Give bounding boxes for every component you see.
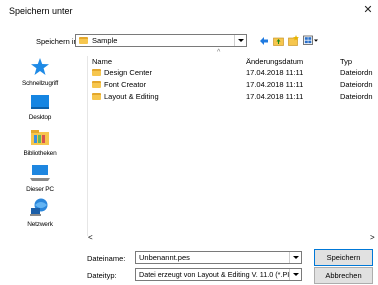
- star-icon: [5, 58, 75, 77]
- table-row[interactable]: Design Center 17.04.2018 11:11 Dateiordn: [88, 68, 378, 79]
- place-quick-access[interactable]: Schnellzugriff: [5, 58, 75, 87]
- filename-input[interactable]: Unbenannt.pes: [135, 251, 302, 264]
- back-arrow-icon[interactable]: [259, 36, 269, 46]
- chevron-down-icon[interactable]: [289, 252, 301, 263]
- folder-icon: [92, 81, 101, 88]
- folder-icon: [79, 37, 88, 46]
- row-type: Dateiordn: [340, 80, 373, 89]
- sort-caret-icon: ^: [217, 49, 221, 56]
- column-header-date[interactable]: Änderungsdatum: [246, 57, 303, 66]
- new-folder-icon[interactable]: [288, 35, 299, 46]
- row-date: 17.04.2018 11:11: [246, 68, 304, 77]
- network-icon: [5, 198, 75, 218]
- place-network[interactable]: Netzwerk: [5, 198, 75, 228]
- horizontal-scrollbar[interactable]: < >: [87, 233, 378, 243]
- filename-label: Dateiname:: [87, 254, 126, 263]
- place-label: Desktop: [28, 114, 52, 121]
- up-folder-icon[interactable]: [273, 35, 284, 46]
- table-row[interactable]: Font Creator 17.04.2018 11:11 Dateiordn: [88, 80, 378, 91]
- filename-value: Unbenannt.pes: [139, 253, 190, 262]
- cancel-button[interactable]: Abbrechen: [314, 267, 373, 284]
- filetype-value: Datei erzeugt von Layout & Editing V. 11…: [139, 270, 290, 279]
- place-label: Netzwerk: [27, 221, 53, 228]
- filetype-dropdown[interactable]: Datei erzeugt von Layout & Editing V. 11…: [135, 268, 302, 281]
- close-button[interactable]: ✕: [361, 3, 375, 17]
- dialog-title: Speichern unter: [9, 6, 73, 16]
- scroll-left-icon[interactable]: <: [88, 233, 93, 242]
- place-label: Schnellzugriff: [21, 80, 59, 87]
- row-name: Layout & Editing: [92, 92, 159, 101]
- row-type: Dateiordn: [340, 68, 373, 77]
- file-list[interactable]: ^ Name Änderungsdatum Typ Design Center …: [87, 49, 378, 236]
- chevron-down-icon[interactable]: [289, 269, 301, 280]
- place-libraries[interactable]: Bibliotheken: [5, 129, 75, 157]
- row-name: Design Center: [92, 68, 152, 77]
- computer-icon: [5, 165, 75, 183]
- column-header-type[interactable]: Typ: [340, 57, 352, 66]
- row-name: Font Creator: [92, 80, 146, 89]
- column-header-name[interactable]: Name: [92, 57, 112, 66]
- place-label: Dieser PC: [26, 186, 54, 193]
- row-type: Dateiordn: [340, 92, 373, 101]
- view-menu-icon[interactable]: [303, 35, 319, 46]
- places-bar: Schnellzugriff Desktop Bibliotheken Dies…: [5, 48, 87, 263]
- filetype-label: Dateityp:: [87, 271, 117, 280]
- place-desktop[interactable]: Desktop: [5, 95, 75, 121]
- desktop-icon: [5, 95, 75, 111]
- folder-icon: [92, 93, 101, 100]
- row-date: 17.04.2018 11:11: [246, 80, 304, 89]
- save-button[interactable]: Speichern: [314, 249, 373, 266]
- scroll-right-icon[interactable]: >: [370, 233, 375, 242]
- save-in-label: Speichern in:: [36, 37, 80, 46]
- chevron-down-icon[interactable]: [234, 35, 246, 46]
- table-row[interactable]: Layout & Editing 17.04.2018 11:11 Dateio…: [88, 92, 378, 103]
- row-date: 17.04.2018 11:11: [246, 92, 304, 101]
- place-this-pc[interactable]: Dieser PC: [5, 165, 75, 193]
- libraries-icon: [5, 129, 75, 147]
- save-in-dropdown[interactable]: Sample: [75, 34, 247, 47]
- folder-icon: [92, 69, 101, 76]
- place-label: Bibliotheken: [23, 150, 57, 157]
- save-in-value: Sample: [92, 36, 118, 45]
